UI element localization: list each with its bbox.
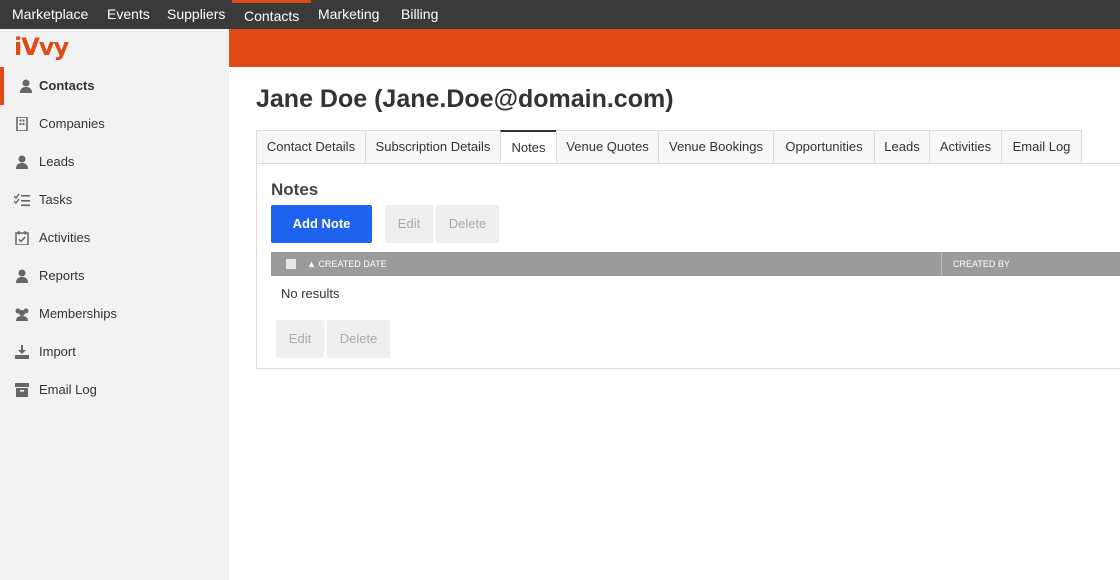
notes-table-header: ▲ CREATED DATE CREATED BY [271, 252, 1120, 276]
sidebar-item-tasks[interactable]: Tasks [0, 181, 229, 219]
sidebar: iVvy Contacts Companies Leads Tasks Acti… [0, 29, 229, 580]
delete-button-top[interactable]: Delete [436, 205, 499, 243]
tab-venue-quotes[interactable]: Venue Quotes [556, 130, 659, 164]
notes-heading: Notes [271, 180, 319, 199]
sort-asc-icon: ▲ [307, 259, 316, 269]
user-icon [16, 269, 28, 283]
user-icon [20, 79, 32, 93]
sidebar-item-label: Leads [39, 154, 75, 169]
column-created-date[interactable]: ▲ CREATED DATE [307, 252, 387, 276]
sidebar-item-companies[interactable]: Companies [0, 105, 229, 143]
column-label: CREATED DATE [318, 259, 387, 269]
sidebar-item-contacts[interactable]: Contacts [0, 67, 229, 105]
topnav-marketing[interactable]: Marketing [306, 0, 391, 29]
top-navigation: Marketplace Events Suppliers Contacts Ma… [0, 0, 1120, 29]
ivvy-logo[interactable]: iVvy [14, 33, 69, 63]
users-icon [15, 308, 29, 321]
tab-venue-bookings[interactable]: Venue Bookings [658, 130, 774, 164]
page-title: Jane Doe (Jane.Doe@domain.com) [256, 85, 674, 113]
sidebar-item-reports[interactable]: Reports [0, 257, 229, 295]
sidebar-item-leads[interactable]: Leads [0, 143, 229, 181]
tab-email-log[interactable]: Email Log [1001, 130, 1082, 164]
sidebar-item-email-log[interactable]: Email Log [0, 371, 229, 409]
download-icon [15, 345, 29, 359]
column-divider [941, 252, 942, 276]
topnav-marketplace[interactable]: Marketplace [0, 0, 100, 29]
sidebar-item-label: Memberships [39, 306, 118, 321]
building-icon [16, 117, 28, 131]
sidebar-item-label: Reports [39, 268, 85, 283]
edit-button-top[interactable]: Edit [385, 205, 433, 243]
tab-contact-details[interactable]: Contact Details [256, 130, 366, 164]
tab-subscription-details[interactable]: Subscription Details [365, 130, 501, 164]
tab-notes[interactable]: Notes [500, 130, 557, 164]
header-banner [229, 29, 1120, 67]
column-created-by[interactable]: CREATED BY [953, 252, 1010, 276]
select-all-checkbox[interactable] [286, 259, 296, 269]
tasks-icon [14, 193, 30, 207]
sidebar-item-import[interactable]: Import [0, 333, 229, 371]
calendar-check-icon [15, 231, 29, 245]
sidebar-item-label: Companies [39, 116, 105, 131]
user-icon [16, 155, 28, 169]
sidebar-item-activities[interactable]: Activities [0, 219, 229, 257]
sidebar-item-label: Contacts [39, 78, 95, 93]
sidebar-item-label: Activities [39, 230, 91, 245]
archive-icon [15, 383, 29, 397]
topnav-contacts[interactable]: Contacts [232, 0, 312, 29]
topnav-billing[interactable]: Billing [389, 0, 450, 29]
sidebar-item-label: Tasks [39, 192, 73, 207]
sidebar-item-memberships[interactable]: Memberships [0, 295, 229, 333]
sidebar-item-label: Import [39, 344, 76, 359]
topnav-events[interactable]: Events [95, 0, 162, 29]
tab-opportunities[interactable]: Opportunities [773, 130, 875, 164]
topnav-suppliers[interactable]: Suppliers [155, 0, 237, 29]
empty-state-text: No results [281, 286, 340, 301]
delete-button-bottom[interactable]: Delete [327, 320, 390, 358]
tab-activities[interactable]: Activities [929, 130, 1002, 164]
sidebar-item-label: Email Log [39, 382, 97, 397]
add-note-button[interactable]: Add Note [271, 205, 372, 243]
tab-leads[interactable]: Leads [874, 130, 930, 164]
edit-button-bottom[interactable]: Edit [276, 320, 324, 358]
